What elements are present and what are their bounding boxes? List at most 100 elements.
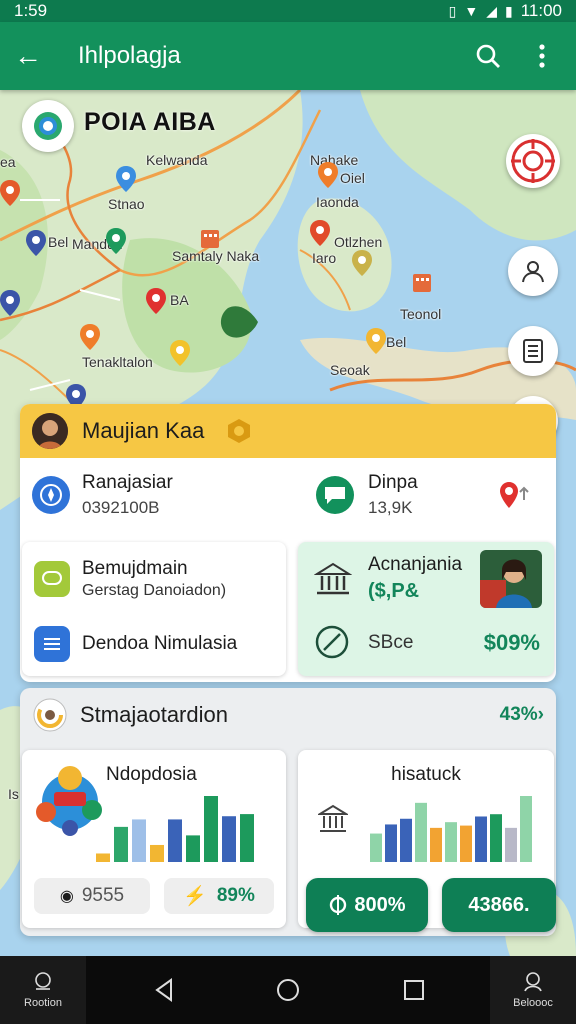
chart-title: hisatuck	[391, 764, 461, 785]
list-icon	[34, 626, 70, 662]
map-pin-icon[interactable]	[0, 290, 20, 316]
chat-bubble-icon	[34, 561, 70, 597]
place-label: Iaonda	[316, 194, 359, 210]
section-percent: 43%	[499, 704, 538, 725]
stat-label: Dinpa	[368, 472, 418, 493]
chevron-right-icon[interactable]: ›	[538, 704, 544, 726]
place-label: Is	[8, 786, 19, 802]
right-card[interactable]: Acnanjania ($,P& SBce $09%	[298, 542, 554, 676]
info-panel: Maujian Kaa Ranajasiar 0392100B Dinpa 13…	[20, 404, 556, 682]
target-icon	[330, 895, 347, 915]
bar-chart	[96, 796, 254, 862]
chart-bar	[490, 814, 502, 862]
section-title: Stmajaotardion	[80, 702, 228, 727]
chart-title: Ndopdosia	[106, 764, 197, 785]
chip-count[interactable]: ◉ 9555	[34, 878, 150, 914]
place-label: Bel	[386, 334, 407, 350]
stat-value: 0392100B	[82, 498, 160, 517]
left-card: Bemujdmain Gerstag Danoiadon) Dendoa Nim…	[22, 542, 286, 676]
status-time: 1:59	[14, 1, 48, 20]
chart-bar	[385, 824, 397, 862]
place-label: Teonol	[400, 306, 442, 322]
place-label: Bel	[48, 234, 69, 250]
stat-value: 13,9K	[368, 498, 413, 517]
chart-bar	[114, 826, 128, 862]
more-options-icon[interactable]	[522, 36, 562, 76]
map-pin-icon[interactable]	[170, 340, 190, 366]
compass-button[interactable]	[506, 134, 560, 188]
nav-label: Rootion	[24, 997, 62, 1009]
map-pin-icon[interactable]	[352, 250, 372, 276]
panel-header[interactable]: Maujian Kaa	[20, 404, 556, 458]
chart-bar	[96, 853, 110, 862]
chart-bar	[445, 822, 457, 862]
chart-bar	[240, 814, 254, 862]
map-pin-icon[interactable]	[80, 324, 100, 350]
layers-button[interactable]	[508, 326, 558, 376]
chart-bar	[370, 833, 382, 862]
location-pin-icon[interactable]	[498, 480, 532, 510]
place-label: ea	[0, 154, 16, 170]
compass-icon	[32, 476, 70, 514]
user-location-button[interactable]	[508, 246, 558, 296]
brand-logo[interactable]	[22, 100, 74, 152]
search-icon[interactable]	[468, 36, 508, 76]
map-pin-icon[interactable]	[318, 162, 338, 188]
target-icon	[511, 139, 555, 183]
map-pin-icon[interactable]	[0, 180, 20, 206]
chat-icon	[316, 476, 354, 514]
camera-icon: ◉	[59, 888, 74, 905]
status-clock: 11:00	[520, 1, 562, 20]
back-arrow-icon[interactable]: ←	[14, 40, 54, 72]
list-item[interactable]: Bemujdmain Gerstag Danoiadon)	[34, 558, 226, 600]
percent-button[interactable]: 800%	[306, 878, 428, 932]
left-chart-card[interactable]: Ndopdosia ◉ 9555 ⚡ 89%	[22, 750, 286, 928]
signal-icon: ◢	[486, 2, 497, 19]
place-label: Kelwanda	[146, 152, 208, 168]
recents-icon[interactable]	[398, 974, 430, 1006]
chip-value: 89%	[216, 885, 255, 906]
total-button[interactable]: 43866.	[442, 878, 556, 932]
building-icon[interactable]	[200, 226, 220, 252]
list-item-title: Dendoa Nimulasia	[82, 633, 238, 654]
home-icon	[35, 972, 51, 990]
home-circle-icon[interactable]	[272, 974, 304, 1006]
map-pin-icon[interactable]	[366, 328, 386, 354]
profile-icon	[524, 972, 542, 992]
chip-rate[interactable]: ⚡ 89%	[164, 878, 274, 914]
nav-left[interactable]: Rootion	[0, 956, 86, 1024]
building-icon[interactable]	[412, 270, 432, 296]
person-pin-icon	[522, 261, 544, 283]
place-label: Seoak	[330, 362, 370, 378]
stat-label: Ranajasiar	[82, 472, 173, 493]
stat-left[interactable]: Ranajasiar 0392100B	[32, 472, 173, 518]
chip-value: 9555	[81, 885, 125, 906]
map-pin-icon[interactable]	[146, 288, 166, 314]
battery-icon: ▮	[505, 2, 513, 19]
vibrate-icon: ▯	[448, 2, 457, 19]
list-item-subtitle: Gerstag Danoiadon)	[82, 582, 227, 599]
map-pin-icon[interactable]	[116, 166, 136, 192]
gauge-icon	[33, 698, 67, 732]
status-bar: 1:59 ▯ ▼ ◢ ▮ 11:00	[0, 0, 576, 22]
chart-bar	[168, 819, 182, 862]
stat-right[interactable]: Dinpa 13,9K	[316, 472, 418, 518]
chart-bar	[400, 818, 412, 862]
app-bar: ← Ihlpolagja	[0, 22, 576, 90]
bank-icon	[318, 804, 348, 832]
avatar[interactable]	[32, 413, 68, 449]
map-pin-icon[interactable]	[310, 220, 330, 246]
bar-chart	[370, 796, 532, 862]
map-pin-icon[interactable]	[106, 228, 126, 254]
user-photo	[480, 550, 542, 608]
stats-row: Ranajasiar 0392100B Dinpa 13,9K	[20, 458, 556, 540]
map-brand-title: POIA AIBA	[84, 108, 216, 136]
section-header[interactable]: Stmajaotardion 43% ›	[20, 688, 556, 742]
hexagon-badge-icon	[228, 419, 251, 443]
document-icon	[523, 339, 543, 363]
back-icon[interactable]	[148, 974, 180, 1006]
map-pin-icon[interactable]	[26, 230, 46, 256]
nav-label: Beloooc	[513, 997, 553, 1009]
list-item[interactable]: Dendoa Nimulasia	[34, 626, 237, 662]
nav-right[interactable]: Beloooc	[490, 956, 576, 1024]
